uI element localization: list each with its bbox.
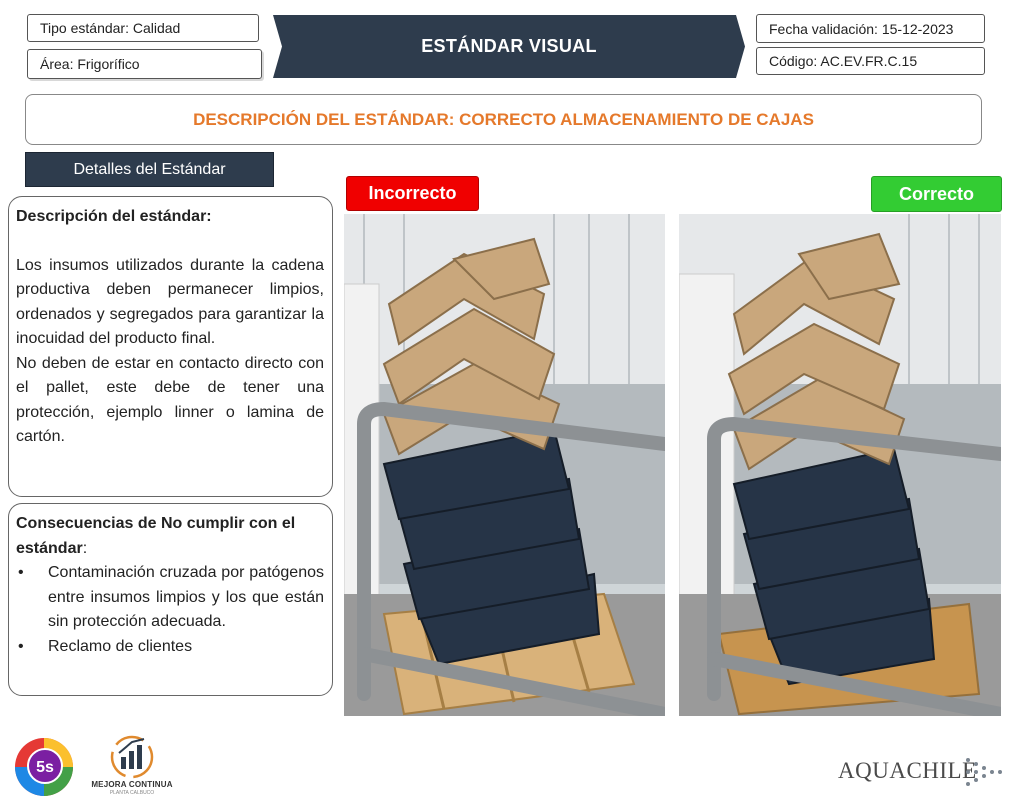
consequences-heading-colon: : [82, 539, 88, 557]
incorrect-photo [344, 214, 665, 716]
code-field: Código: AC.EV.FR.C.15 [756, 47, 985, 75]
area-field: Área: Frigorífico [27, 49, 262, 79]
aquachile-logo-text: AQUACHILE [838, 758, 977, 783]
bullet-icon: • [18, 637, 24, 655]
incorrect-tag-text: Incorrecto [368, 183, 457, 203]
details-header-text: Detalles del Estándar [73, 160, 226, 178]
5s-logo-icon: 5s [15, 738, 73, 796]
page-title: ESTÁNDAR VISUAL [421, 36, 597, 56]
aquachile-mark-icon [966, 758, 1002, 786]
validation-date-field: Fecha validación: 15-12-2023 [756, 14, 985, 43]
incorrect-tag: Incorrecto [346, 176, 479, 211]
details-header: Detalles del Estándar [25, 152, 274, 187]
correct-photo-illustration [679, 214, 1001, 716]
consequence-text: Reclamo de clientes [48, 637, 193, 655]
validation-date-text: Fecha validación: 15-12-2023 [769, 20, 954, 37]
code-text: Código: AC.EV.FR.C.15 [769, 53, 918, 69]
consequences-panel: Consecuencias de No cumplir con el están… [8, 503, 333, 696]
consequences-heading: Consecuencias de No cumplir con el están… [16, 515, 296, 557]
standard-description-text: DESCRIPCIÓN DEL ESTÁNDAR: CORRECTO ALMAC… [193, 109, 814, 129]
description-heading: Descripción del estándar: [16, 208, 212, 225]
list-item: • Reclamo de clientes [16, 635, 324, 660]
list-item: • Contaminación cruzada por patógenos ent… [16, 561, 324, 635]
description-panel: Descripción del estándar: Los insumos ut… [8, 196, 333, 497]
correct-tag-text: Correcto [898, 183, 974, 204]
standard-type-text: Tipo estándar: Calidad [40, 20, 181, 36]
area-text: Área: Frigorífico [40, 56, 140, 72]
description-paragraph-1: Los insumos utilizados durante la cadena… [16, 256, 324, 348]
mejora-continua-sublabel: PLANTA CALBUCO [109, 790, 155, 796]
description-paragraph-2: No deben de estar en contacto directo co… [16, 354, 324, 446]
title-banner: ESTÁNDAR VISUAL [273, 15, 745, 78]
consequences-list: • Contaminación cruzada por patógenos ent… [16, 561, 324, 659]
correct-photo [679, 214, 1001, 716]
consequence-text: Contaminación cruzada por patógenos entr… [48, 564, 324, 630]
bullet-icon: • [18, 564, 24, 581]
correct-tag: Correcto [871, 176, 1002, 212]
consequences-heading-line: Consecuencias de No cumplir con el están… [16, 512, 324, 561]
standard-description-bar: DESCRIPCIÓN DEL ESTÁNDAR: CORRECTO ALMAC… [25, 94, 982, 145]
incorrect-photo-illustration [344, 214, 665, 716]
mejora-continua-label: MEJORA CONTINUA [91, 780, 173, 789]
standard-type-field: Tipo estándar: Calidad [27, 14, 259, 42]
5s-logo-text: 5s [36, 759, 54, 776]
